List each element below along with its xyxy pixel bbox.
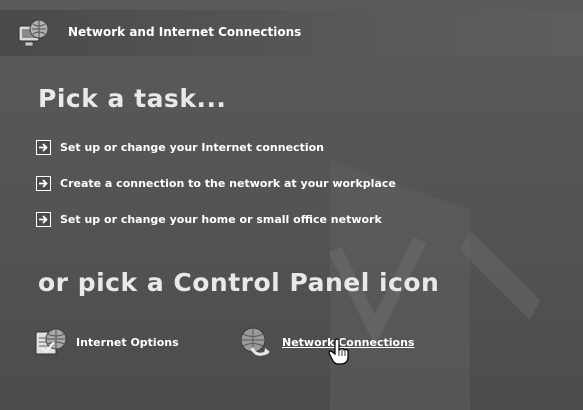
arrow-right-icon (36, 211, 51, 227)
internet-options-item[interactable]: Internet Options (34, 326, 179, 358)
task-link-home-network[interactable]: Set up or change your home or small offi… (36, 210, 382, 228)
task-link-internet-connection[interactable]: Set up or change your Internet connectio… (36, 138, 324, 156)
arrow-right-icon (36, 139, 51, 155)
hand-pointer-icon (328, 338, 349, 365)
pick-task-heading: Pick a task... (38, 84, 227, 113)
internet-options-icon (35, 328, 67, 355)
header-title: Network and Internet Connections (68, 25, 302, 39)
network-connections-icon (18, 19, 49, 47)
internet-options-label: Internet Options (76, 335, 179, 349)
control-panel-window: Network and Internet Connections Pick a … (0, 0, 583, 410)
task-link-label: Set up or change your home or small offi… (60, 212, 382, 226)
network-connections-globe-icon (240, 327, 270, 356)
task-link-label: Create a connection to the network at yo… (60, 176, 396, 190)
task-link-label: Set up or change your Internet connectio… (60, 140, 324, 154)
control-panel-heading: or pick a Control Panel icon (38, 268, 440, 297)
header-bar: Network and Internet Connections (0, 10, 583, 56)
arrow-right-icon (36, 175, 51, 191)
network-connections-item[interactable]: Network Connections (238, 326, 414, 358)
task-link-workplace-connection[interactable]: Create a connection to the network at yo… (36, 174, 396, 192)
